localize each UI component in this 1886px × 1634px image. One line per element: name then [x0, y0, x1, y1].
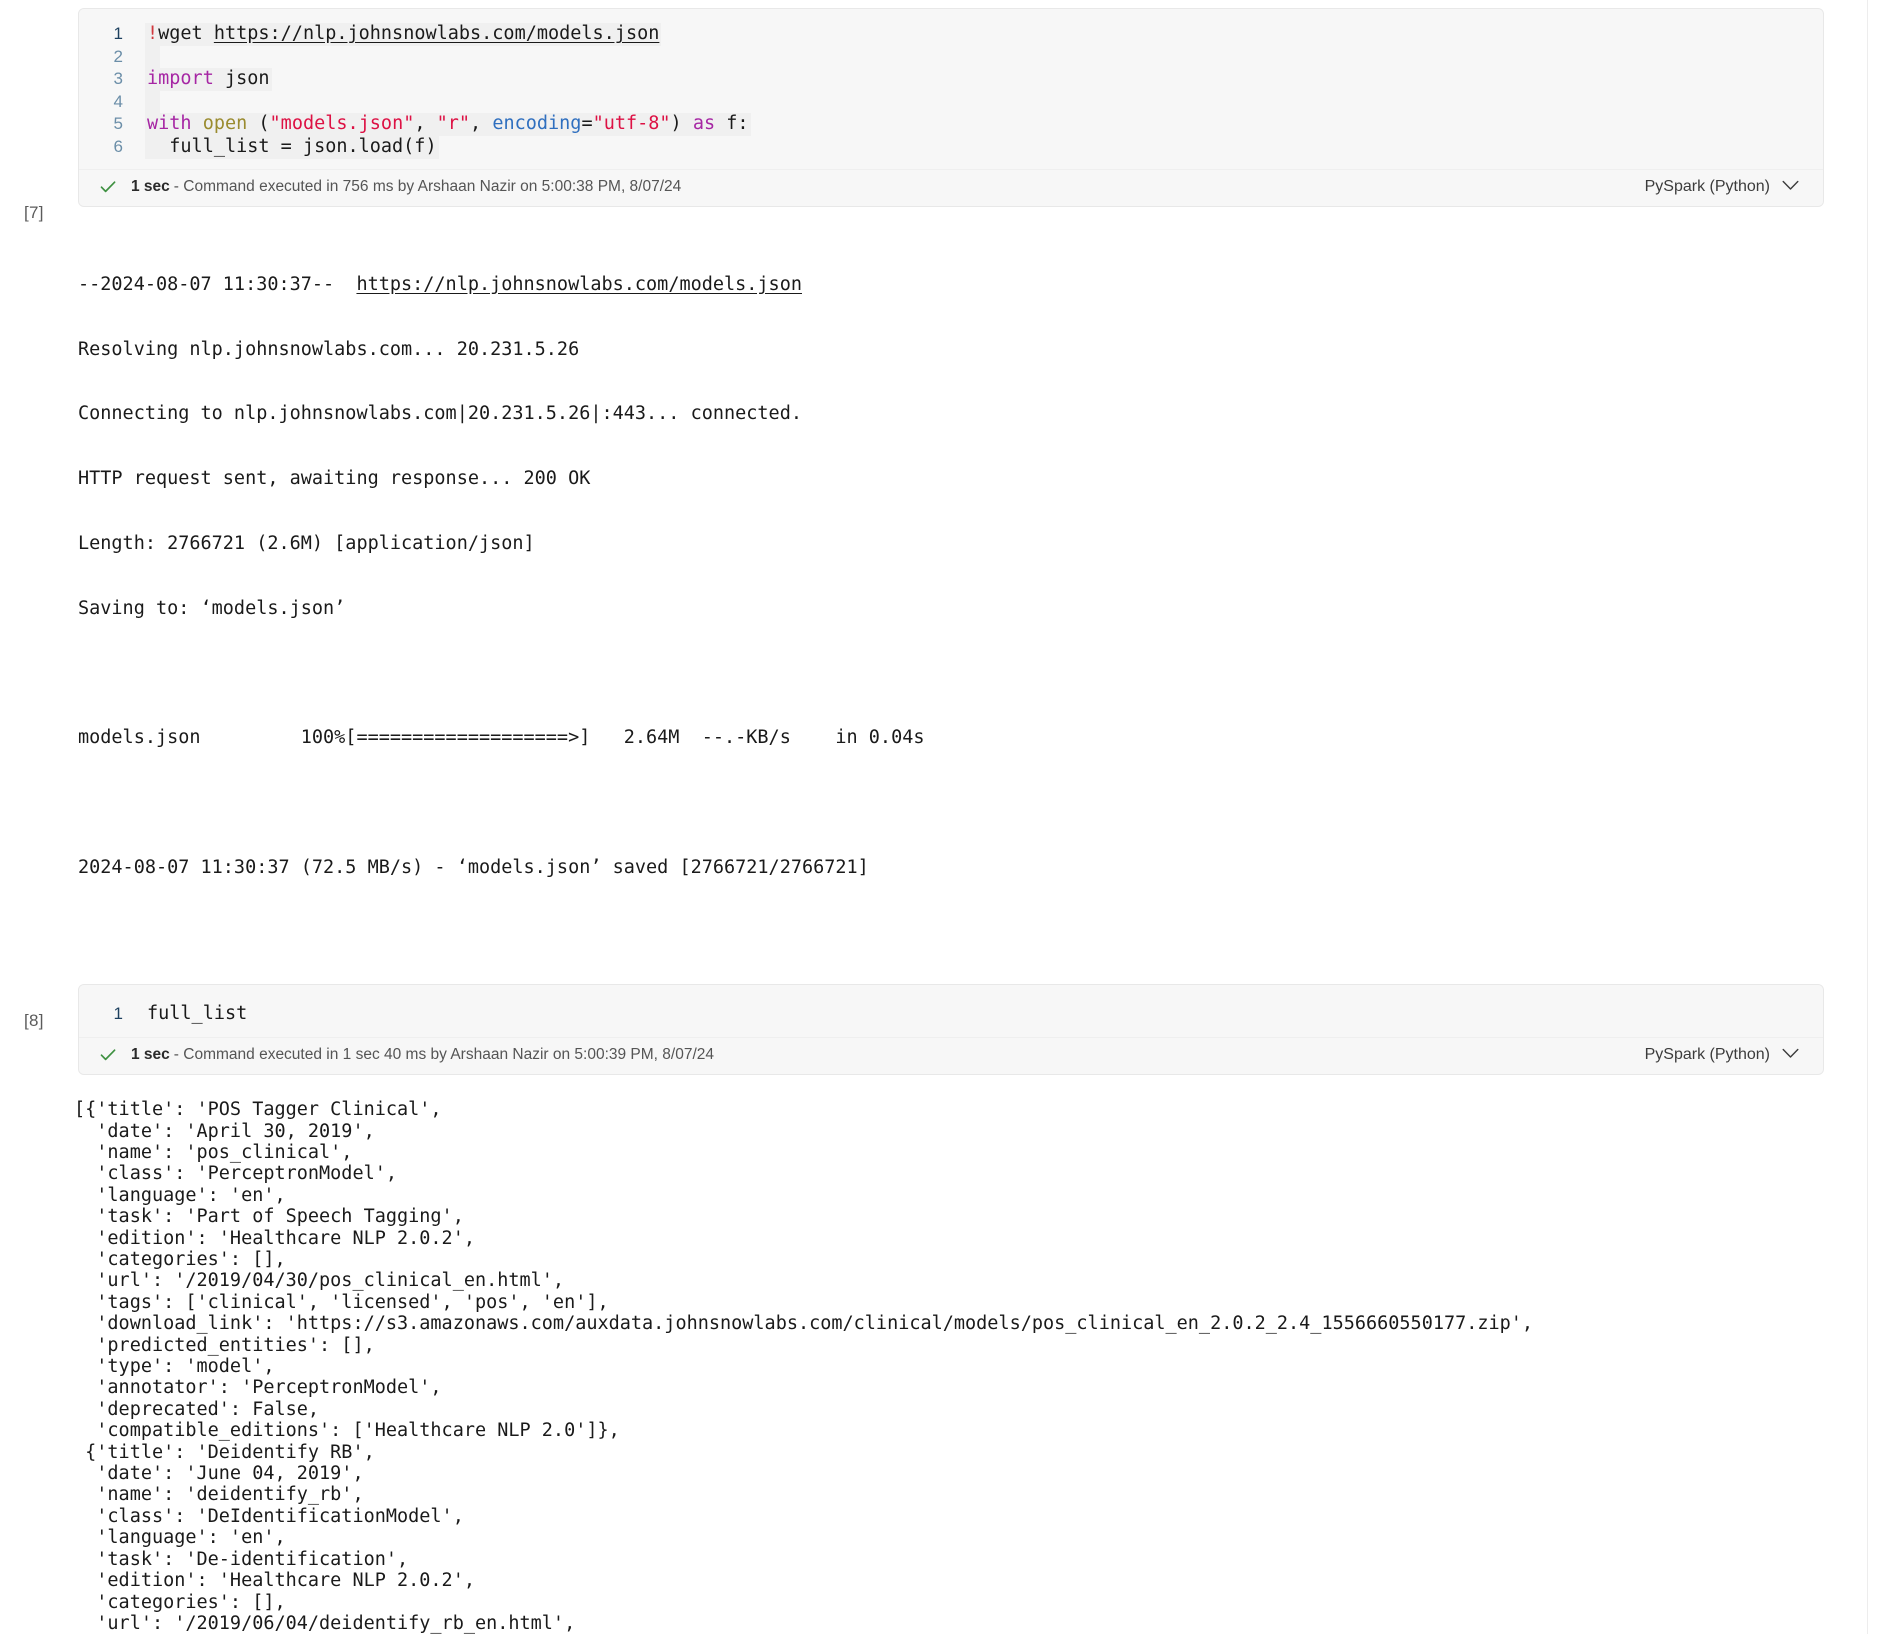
code-token: ) — [670, 113, 693, 135]
execution-duration: 1 sec — [131, 177, 170, 195]
code-token: open — [202, 113, 259, 135]
code-token: "models.json" — [269, 113, 415, 135]
code-token: = — [581, 113, 593, 135]
execution-duration: 1 sec — [131, 1046, 170, 1064]
status-text-group: 1 sec - Command executed in 1 sec 40 ms … — [131, 1046, 714, 1064]
code-line: 1 !wget https://nlp.johnsnowlabs.com/mod… — [79, 23, 1823, 46]
code-line-content — [145, 45, 161, 69]
cell-output-8: [{'title': 'POS Tagger Clinical', 'date'… — [74, 1099, 1534, 1634]
code-token: import — [147, 68, 214, 90]
execution-count-7: [7] — [24, 203, 44, 222]
output-text: --2024-08-07 11:30:37-- — [78, 273, 357, 295]
line-number: 1 — [113, 24, 123, 43]
code-line: 1 full_list — [79, 1003, 1823, 1026]
code-line: 5 with open ("models.json", "r", encodin… — [79, 113, 1823, 136]
cell-status-bar-8: 1 sec - Command executed in 1 sec 40 ms … — [79, 1037, 1823, 1075]
code-line-content: full_list = json.load(f) — [145, 135, 439, 159]
code-cell-container-8[interactable]: 1 full_list 1 sec - Command executed in … — [78, 983, 1824, 1076]
code-line-content: with open ("models.json", "r", encoding=… — [145, 113, 751, 136]
code-editor-8[interactable]: 1 full_list — [79, 984, 1823, 1038]
output-line: --2024-08-07 11:30:37-- https://nlp.john… — [78, 274, 1846, 296]
cell-output-7: --2024-08-07 11:30:37-- https://nlp.john… — [0, 207, 1886, 922]
code-token: as — [692, 113, 716, 135]
code-line: 6 full_list = json.load(f) — [79, 135, 1823, 159]
output-url-link[interactable]: https://nlp.johnsnowlabs.com/models.json — [356, 274, 802, 295]
code-line-content: !wget https://nlp.johnsnowlabs.com/model… — [145, 23, 662, 46]
code-url-token[interactable]: https://nlp.johnsnowlabs.com/models.json — [214, 23, 660, 44]
code-token: , — [470, 113, 493, 135]
code-token: with — [147, 113, 203, 135]
code-line: 4 — [79, 90, 1823, 114]
code-token: wget — [158, 23, 214, 44]
notebook-cell-8: [8] 1 full_list 1 sec - Command executed… — [0, 983, 1886, 1076]
line-number: 3 — [113, 69, 123, 89]
output-line-blank — [78, 662, 1846, 684]
output-line: Resolving nlp.johnsnowlabs.com... 20.231… — [78, 338, 580, 360]
code-token: , — [414, 113, 437, 135]
output-line: Connecting to nlp.johnsnowlabs.com|20.23… — [78, 403, 802, 425]
cell-gap — [0, 922, 1886, 984]
execution-message: - Command executed in 756 ms by Arshaan … — [173, 177, 682, 195]
check-icon — [97, 176, 119, 198]
chevron-down-icon — [1782, 1046, 1799, 1064]
output-line: Length: 2766721 (2.6M) [application/json… — [78, 532, 535, 554]
output-line: HTTP request sent, awaiting response... … — [78, 468, 591, 490]
code-token: json — [213, 68, 270, 90]
language-label: PySpark (Python) — [1644, 177, 1770, 195]
code-token: "utf-8" — [592, 113, 671, 135]
notebook-cell-7: [7] 1 !wget https://nlp.johnsnowlabs.com… — [0, 0, 1886, 222]
language-label: PySpark (Python) — [1644, 1046, 1770, 1064]
code-token: f: — [715, 113, 749, 135]
status-text-group: 1 sec - Command executed in 756 ms by Ar… — [131, 178, 681, 196]
language-selector-7[interactable]: PySpark (Python) — [1645, 178, 1805, 196]
output-line-progress: models.json 100%[===================>] 2… — [78, 727, 925, 749]
line-number: 4 — [113, 91, 123, 111]
check-icon — [97, 1044, 119, 1066]
code-editor-7[interactable]: 1 !wget https://nlp.johnsnowlabs.com/mod… — [79, 9, 1823, 169]
output-line-blank — [78, 792, 1846, 814]
code-token: "r" — [436, 113, 471, 135]
language-selector-8[interactable]: PySpark (Python) — [1645, 1046, 1805, 1064]
code-cell-container-7[interactable]: 1 !wget https://nlp.johnsnowlabs.com/mod… — [78, 8, 1824, 207]
code-token: encoding — [492, 113, 582, 135]
code-token: ! — [147, 23, 159, 44]
output-line: 2024-08-07 11:30:37 (72.5 MB/s) - ‘model… — [78, 856, 869, 878]
panel-divider — [1867, 0, 1868, 1634]
code-line-content — [145, 90, 161, 114]
code-line-content: import json — [145, 68, 272, 91]
cell-status-bar-7: 1 sec - Command executed in 756 ms by Ar… — [79, 168, 1823, 206]
code-line: 3 import json — [79, 68, 1823, 91]
code-line: 2 — [79, 45, 1823, 69]
output-line: Saving to: ‘models.json’ — [78, 597, 346, 619]
notebook-page: [7] 1 !wget https://nlp.johnsnowlabs.com… — [0, 0, 1886, 1634]
chevron-down-icon — [1782, 178, 1799, 196]
execution-count-8: [8] — [24, 1010, 44, 1030]
execution-message: - Command executed in 1 sec 40 ms by Ars… — [173, 1046, 715, 1064]
line-number: 1 — [113, 1003, 123, 1023]
line-number: 5 — [113, 114, 123, 134]
code-token: ( — [258, 113, 270, 135]
line-number: 2 — [113, 46, 123, 66]
code-line-content: full_list — [147, 1002, 248, 1024]
line-number: 6 — [113, 136, 123, 156]
